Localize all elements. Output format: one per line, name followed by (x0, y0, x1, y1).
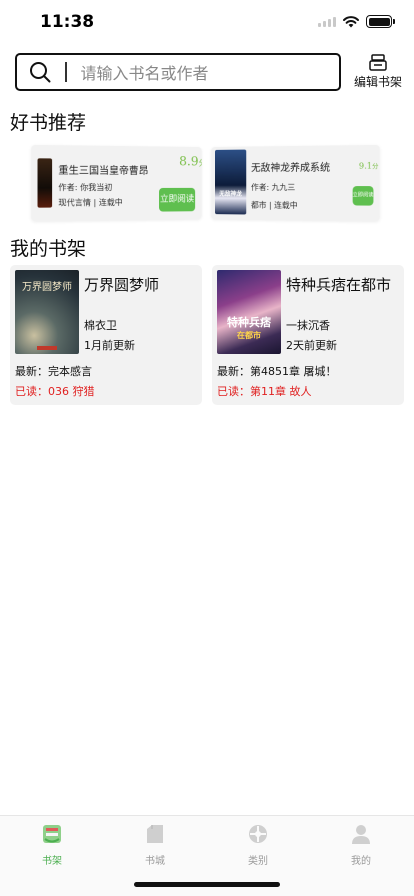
search-icon (30, 62, 51, 83)
recommend-tags: 现代言情 | 连载中 (58, 197, 123, 208)
category-icon (249, 825, 267, 843)
status-bar: 11:38 (0, 0, 414, 44)
battery-icon (366, 15, 395, 28)
cover-title: 无敌神龙 (219, 190, 242, 198)
tab-profile[interactable]: 我的 (331, 823, 391, 867)
tab-label: 类别 (248, 856, 268, 867)
cover-title: 特种兵痞 (227, 316, 271, 329)
recommend-score: 8.9分 (179, 154, 202, 170)
shelf-book-update-time: 2天前更新 (286, 339, 337, 352)
wifi-icon (343, 16, 359, 28)
tab-bookstore[interactable]: 书城 (125, 823, 185, 867)
bookstore-icon (147, 825, 163, 843)
recommend-section-title: 好书推荐 (10, 112, 87, 134)
shelf-read-progress: 已读：第11章 故人 (217, 385, 312, 398)
shelf-book-card[interactable]: 万界圆梦师 万界圆梦师 棉衣卫 1月前更新 最新：完本感言 已读：036 狩猎 (10, 265, 202, 405)
tab-label: 我的 (351, 856, 371, 867)
recommend-author: 作者: 你我当初 (58, 183, 113, 193)
read-now-button[interactable]: 立即阅读 (352, 186, 373, 206)
search-input[interactable]: 请输入书名或作者 (81, 60, 209, 84)
shelf-book-author: 一抹沉香 (286, 319, 330, 332)
shelf-book-update-time: 1月前更新 (84, 339, 135, 352)
status-icons (318, 15, 395, 28)
recommend-score: 9.1分 (358, 161, 379, 171)
cover-title: 万界圆梦师 (22, 282, 72, 293)
cover-logo (37, 346, 57, 350)
recommend-book-title: 无敌神龙养成系统 (251, 162, 331, 175)
search-divider (65, 62, 67, 82)
tab-label: 书城 (145, 856, 165, 867)
book-cover (37, 158, 53, 208)
edit-shelf-icon (369, 54, 387, 71)
shelf-section-title: 我的书架 (10, 238, 87, 260)
home-indicator (134, 882, 280, 887)
search-box[interactable]: 请输入书名或作者 (15, 53, 341, 91)
book-cover: 特种兵痞 在都市 (217, 270, 281, 354)
book-cover: 万界圆梦师 (15, 270, 79, 354)
tab-bookshelf[interactable]: 书架 (22, 823, 82, 867)
book-cover: 无敌神龙 (214, 149, 247, 215)
profile-icon (352, 825, 370, 844)
status-time: 11:38 (40, 12, 95, 32)
shelf-latest-chapter: 最新：完本感言 (15, 365, 92, 378)
read-now-button[interactable]: 立即阅读 (159, 187, 196, 212)
cover-subtitle: 在都市 (237, 331, 261, 340)
tab-label: 书架 (42, 856, 62, 867)
recommend-tags: 都市 | 连载中 (251, 200, 298, 211)
shelf-book-card[interactable]: 特种兵痞 在都市 特种兵痞在都市 一抹沉香 2天前更新 最新：第4851章 屠城… (212, 265, 404, 405)
shelf-book-title: 万界圆梦师 (84, 276, 160, 294)
cellular-signal-icon (318, 16, 336, 27)
tab-category[interactable]: 类别 (228, 823, 288, 867)
shelf-book-title: 特种兵痞在都市 (286, 276, 392, 294)
edit-shelf-button[interactable]: 编辑书架 (350, 54, 406, 92)
shelf-read-progress: 已读：036 狩猎 (15, 385, 95, 398)
recommend-card[interactable]: 无敌神龙 无敌神龙养成系统 9.1分 作者: 九九三 都市 | 连载中 立即阅读 (211, 144, 380, 222)
shelf-latest-chapter: 最新：第4851章 屠城！ (217, 365, 337, 378)
bookshelf-icon (43, 825, 61, 843)
recommend-author: 作者: 九九三 (251, 183, 296, 193)
recommend-card[interactable]: 重生三国当皇帝曹昂 8.9分 作者: 你我当初 现代言情 | 连载中 立即阅读 (31, 144, 202, 222)
recommend-book-title: 重生三国当皇帝曹昂 (58, 165, 149, 178)
shelf-book-author: 棉衣卫 (84, 319, 117, 332)
edit-shelf-label: 编辑书架 (353, 75, 402, 89)
